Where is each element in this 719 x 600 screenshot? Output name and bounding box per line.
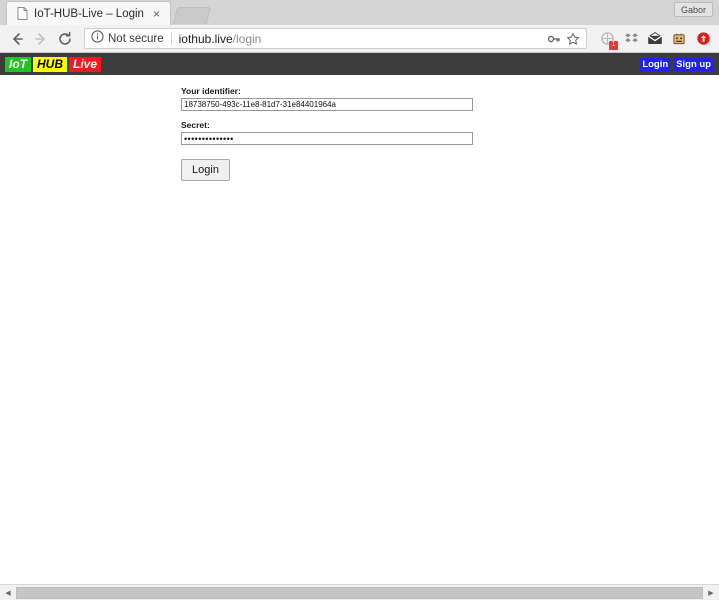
url-host: iothub.live [178, 31, 233, 46]
scrollbar-thumb[interactable] [16, 586, 703, 599]
browser-window: IoT-HUB-Live – Login × Gabor Not secure … [0, 0, 719, 600]
url-path: /login [232, 31, 262, 46]
extension-toolbar: 1 [593, 29, 713, 50]
login-button[interactable]: Login [181, 159, 230, 181]
lastpass-icon[interactable] [669, 29, 689, 49]
login-form: Your identifier: Secret: Login [181, 86, 473, 181]
identifier-label: Your identifier: [181, 86, 241, 96]
security-label: Not secure [108, 32, 164, 45]
identifier-input[interactable] [181, 98, 473, 111]
profile-name: Gabor [680, 4, 706, 15]
scroll-left-arrow-icon[interactable]: ◀ [0, 585, 16, 600]
page-icon [17, 7, 28, 20]
browser-tab[interactable]: IoT-HUB-Live – Login × [6, 1, 171, 25]
reload-icon[interactable] [54, 28, 76, 50]
browser-toolbar: Not secure iothub.live/login 1 [0, 25, 719, 53]
close-icon[interactable]: × [150, 7, 163, 20]
info-circle-icon [91, 29, 104, 48]
page-viewport: IoT HUB Live Login Sign up Your identifi… [0, 53, 719, 584]
nav-link-login[interactable]: Login [640, 57, 671, 71]
opera-red-icon[interactable] [693, 29, 713, 49]
back-arrow-icon[interactable] [6, 28, 28, 50]
extension-badge-count: 1 [609, 40, 618, 50]
navbar-links: Login Sign up [640, 57, 713, 71]
secret-input[interactable] [181, 132, 473, 145]
site-security-chip[interactable]: Not secure [91, 29, 164, 48]
logo-part-iot: IoT [5, 56, 31, 72]
dropbox-icon[interactable] [621, 29, 641, 49]
extension-badge-icon[interactable]: 1 [597, 29, 618, 50]
url-text: iothub.live/login [179, 32, 544, 46]
omnibox-divider [170, 32, 172, 45]
scroll-right-arrow-icon[interactable]: ▶ [703, 585, 719, 600]
new-tab-button[interactable] [172, 7, 212, 24]
profile-chip[interactable]: Gabor [673, 2, 713, 17]
tab-strip: IoT-HUB-Live – Login × Gabor [0, 0, 719, 25]
scrollbar-track[interactable] [16, 584, 703, 600]
mail-icon[interactable] [645, 29, 665, 49]
site-logo[interactable]: IoT HUB Live [5, 56, 102, 72]
tab-title: IoT-HUB-Live – Login [34, 7, 144, 20]
star-icon[interactable] [563, 29, 582, 48]
key-icon[interactable] [544, 29, 563, 48]
forward-arrow-icon[interactable] [30, 28, 52, 50]
logo-part-live: Live [69, 56, 102, 72]
horizontal-scrollbar[interactable]: ◀ ▶ [0, 584, 719, 600]
address-bar[interactable]: Not secure iothub.live/login [84, 28, 587, 49]
nav-link-signup[interactable]: Sign up [674, 57, 713, 71]
site-navbar: IoT HUB Live Login Sign up [0, 53, 719, 75]
logo-part-hub: HUB [33, 56, 67, 72]
page-body: Your identifier: Secret: Login [0, 75, 719, 181]
secret-label: Secret: [181, 120, 210, 130]
